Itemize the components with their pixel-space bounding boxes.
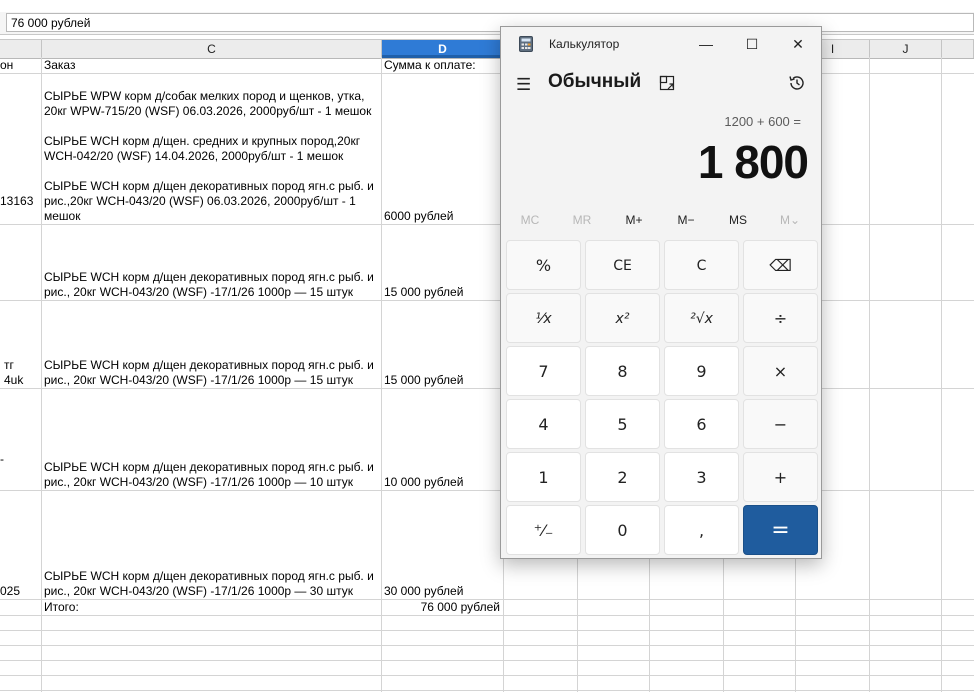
grid-line: [0, 645, 974, 646]
calculator-expression: 1200 + 600 =: [724, 114, 801, 129]
memory-subtract-button[interactable]: M−: [660, 213, 712, 227]
calculator-window-title: Калькулятор: [549, 37, 620, 51]
cell-b5[interactable]: -: [0, 452, 40, 467]
clear-entry-button[interactable]: CE: [585, 240, 660, 290]
multiply-button[interactable]: ×: [743, 346, 818, 396]
grid-line: [0, 73, 974, 74]
digit-5-button[interactable]: 5: [585, 399, 660, 449]
memory-store-button[interactable]: MS: [712, 213, 764, 227]
grid-line: [41, 57, 42, 692]
grid-line: [0, 300, 974, 301]
negate-button[interactable]: ⁺⁄₋: [506, 505, 581, 555]
cell-d7-total[interactable]: 76 000 рублей: [384, 600, 502, 615]
keep-on-top-icon[interactable]: [659, 75, 675, 91]
column-header-j[interactable]: J: [870, 40, 942, 58]
cell-c3[interactable]: СЫРЬЕ WCH корм д/щен декоративных пород …: [44, 270, 380, 300]
memory-list-button[interactable]: M⌄: [764, 213, 816, 227]
cell-d6[interactable]: 30 000 рублей: [384, 584, 502, 599]
grid-line: [0, 690, 974, 691]
clear-button[interactable]: C: [664, 240, 739, 290]
grid-line: [0, 388, 974, 389]
cell-c4[interactable]: СЫРЬЕ WCH корм д/щен декоративных пород …: [44, 358, 380, 388]
formula-input[interactable]: 76 000 рублей: [6, 13, 974, 32]
cell-c1[interactable]: Заказ: [44, 58, 380, 73]
hamburger-menu-icon[interactable]: ☰: [516, 76, 531, 93]
maximize-button[interactable]: ☐: [729, 31, 775, 57]
percent-button[interactable]: %: [506, 240, 581, 290]
minimize-button[interactable]: —: [683, 31, 729, 57]
square-root-button[interactable]: ²√x: [664, 293, 739, 343]
cell-c5[interactable]: СЫРЬЕ WCH корм д/щен декоративных пород …: [44, 460, 380, 490]
digit-6-button[interactable]: 6: [664, 399, 739, 449]
digit-3-button[interactable]: 3: [664, 452, 739, 502]
grid-line: [0, 224, 974, 225]
cell-b1[interactable]: он: [0, 58, 40, 73]
grid-line: [869, 57, 870, 692]
digit-4-button[interactable]: 4: [506, 399, 581, 449]
digit-9-button[interactable]: 9: [664, 346, 739, 396]
reciprocal-button[interactable]: ¹⁄x: [506, 293, 581, 343]
divide-button[interactable]: ÷: [743, 293, 818, 343]
cell-c2[interactable]: СЫРЬЕ WPW корм д/собак мелких пород и ще…: [44, 89, 380, 224]
calculator-nav: ☰ Обычный: [501, 67, 821, 103]
grid-line: [0, 675, 974, 676]
digit-0-button[interactable]: 0: [585, 505, 660, 555]
grid-line: [941, 57, 942, 692]
column-header-row: C D I J: [0, 39, 974, 59]
cell-c6[interactable]: СЫРЬЕ WCH корм д/щен декоративных пород …: [44, 569, 380, 599]
plus-button[interactable]: +: [743, 452, 818, 502]
calculator-result: 1 800: [697, 136, 809, 188]
spreadsheet[interactable]: 76 000 рублей C D I J он Заказ Сумма к о…: [0, 0, 974, 692]
close-button[interactable]: ✕: [775, 31, 821, 57]
digit-1-button[interactable]: 1: [506, 452, 581, 502]
grid-line: [381, 57, 382, 692]
grid-line: [0, 660, 974, 661]
calculator-titlebar[interactable]: Калькулятор — ☐ ✕: [501, 27, 821, 61]
decimal-separator-button[interactable]: ,: [664, 505, 739, 555]
calculator-app-icon: [519, 36, 533, 52]
cell-b2[interactable]: 13163: [0, 194, 40, 209]
cell-d4[interactable]: 15 000 рублей: [384, 373, 502, 388]
digit-2-button[interactable]: 2: [585, 452, 660, 502]
cell-d2[interactable]: 6000 рублей: [384, 209, 502, 224]
cell-c7[interactable]: Итого:: [44, 600, 380, 615]
cell-b6[interactable]: 025: [0, 584, 40, 599]
column-header-d[interactable]: D: [382, 40, 504, 58]
formula-bar: 76 000 рублей: [0, 12, 974, 35]
calculator-window[interactable]: Калькулятор — ☐ ✕ ☰ Обычный 1200 + 600 =…: [500, 26, 822, 559]
square-button[interactable]: x²: [585, 293, 660, 343]
cell-d1[interactable]: Сумма к оплате:: [384, 58, 502, 73]
digit-8-button[interactable]: 8: [585, 346, 660, 396]
grid-line: [0, 490, 974, 491]
cell-b4[interactable]: тг 4uk: [4, 358, 40, 388]
column-header-c[interactable]: C: [42, 40, 382, 58]
digit-7-button[interactable]: 7: [506, 346, 581, 396]
cell-d3[interactable]: 15 000 рублей: [384, 285, 502, 300]
column-header-b[interactable]: [0, 40, 42, 58]
minus-button[interactable]: −: [743, 399, 818, 449]
cell-d5[interactable]: 10 000 рублей: [384, 475, 502, 490]
grid-line: [0, 615, 974, 616]
calculator-mode-title: Обычный: [548, 71, 642, 92]
equals-button[interactable]: =: [743, 505, 818, 555]
backspace-button[interactable]: ⌫: [743, 240, 818, 290]
column-header-k[interactable]: [942, 40, 974, 58]
history-icon[interactable]: [787, 73, 807, 93]
memory-clear-button[interactable]: MC: [504, 213, 556, 227]
memory-add-button[interactable]: M+: [608, 213, 660, 227]
memory-recall-button[interactable]: MR: [556, 213, 608, 227]
grid-line: [0, 630, 974, 631]
